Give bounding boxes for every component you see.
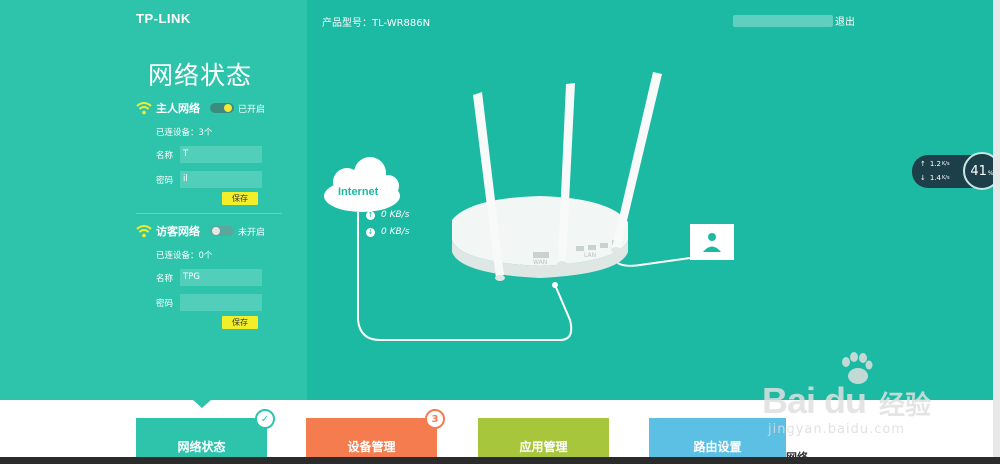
lan-cable (614, 257, 691, 267)
cloud-icon (324, 157, 400, 212)
tab-device-management-label: 设备管理 (347, 439, 396, 454)
lan-port-label: LAN (584, 252, 597, 259)
tab-app-management-label: 应用管理 (519, 439, 568, 454)
wan-plug (552, 282, 558, 288)
upload-arrow-icon: ↑ (366, 210, 375, 220)
watermark-url: jingyan.baidu.com (768, 422, 905, 437)
device-count-badge: 3 (425, 409, 445, 429)
window-edge (993, 0, 1000, 457)
watermark-brand: Bai du (762, 380, 867, 421)
client-device-icon (690, 224, 734, 260)
widget-up-unit: K/s (942, 161, 950, 167)
download-arrow-icon: ↓ (366, 227, 375, 237)
speed-monitor-widget[interactable]: ↑ 1.2 K/s ↓ 1.4 K/s 41 % (912, 152, 1000, 190)
router-icon (452, 72, 662, 281)
main-hero: TP-LINK 产品型号：TL-WR886N 退出 网络状态 主人网络 已开启 … (0, 0, 1000, 408)
tab-router-settings-label: 路由设置 (693, 439, 742, 454)
cpu-percent-value: 41 (970, 163, 987, 179)
widget-up-value: 1.2 (929, 160, 942, 168)
watermark-cn: 经验 (879, 391, 932, 421)
widget-down-unit: K/s (942, 175, 950, 181)
up-arrow-icon: ↑ (920, 160, 926, 168)
tab-network-status-label: 网络状态 (177, 439, 226, 454)
download-speed-value: 0 KB/s (381, 227, 410, 237)
down-arrow-icon: ↓ (920, 174, 926, 182)
wan-port-label: WAN (533, 259, 548, 266)
check-icon: ✓ (255, 409, 275, 429)
taskbar-edge (0, 457, 1000, 464)
internet-label: Internet (338, 186, 379, 198)
upload-speed-value: 0 KB/s (381, 210, 410, 220)
tab-pointer (193, 400, 211, 408)
network-diagram (324, 72, 734, 341)
widget-down-value: 1.4 (929, 174, 942, 182)
baidu-watermark: Bai du 经验 jingyan.baidu.com (762, 352, 962, 442)
upload-speed: ↑ 0 KB/s (366, 210, 409, 220)
download-speed: ↓ 0 KB/s (366, 227, 409, 237)
